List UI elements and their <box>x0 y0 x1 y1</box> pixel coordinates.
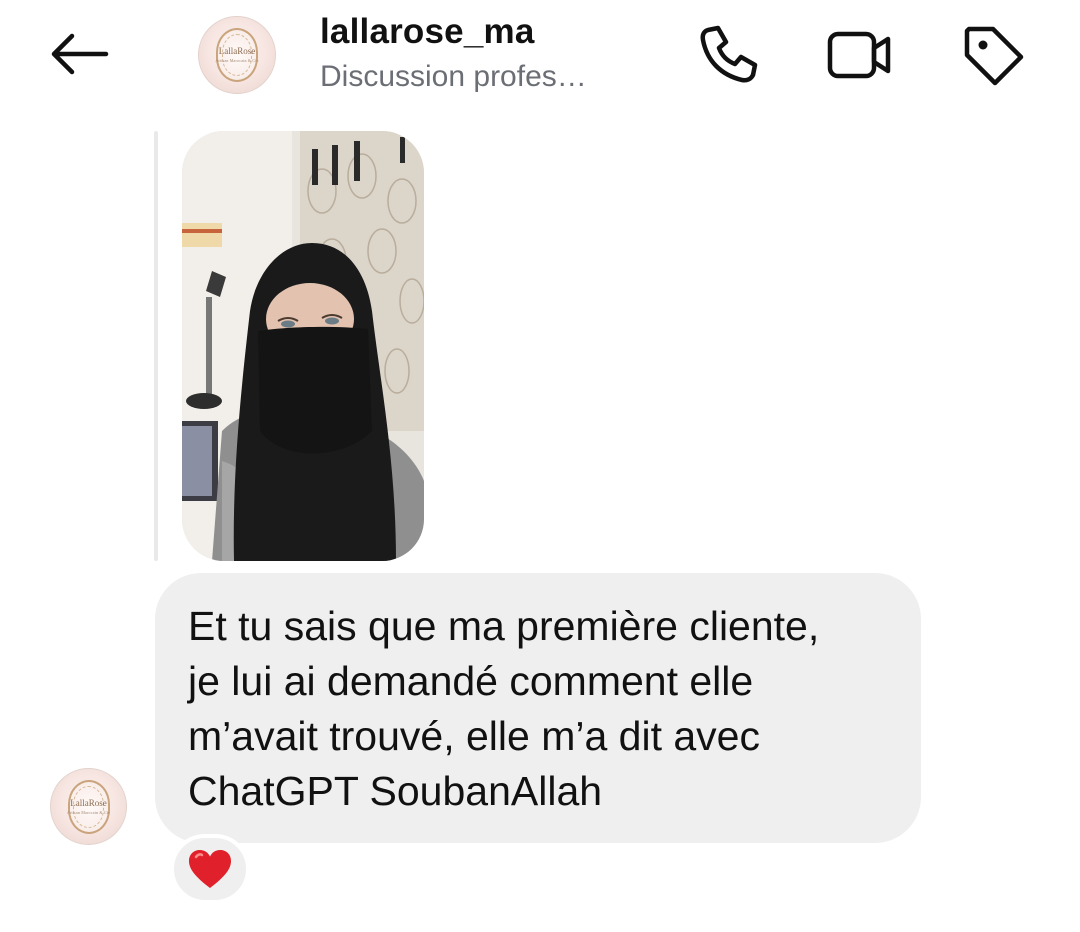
tag-icon <box>964 26 1024 86</box>
back-button[interactable] <box>38 22 118 86</box>
profile-avatar[interactable]: LallaRose Artisan Marocain & Cie <box>198 16 276 94</box>
label-button[interactable] <box>952 14 1032 94</box>
arrow-left-icon <box>51 33 109 75</box>
heart-icon <box>189 850 231 888</box>
contact-username[interactable]: lallarose_ma <box>320 12 535 52</box>
contact-subtitle[interactable]: Discussion profes… <box>320 60 587 94</box>
video-camera-icon <box>827 31 891 79</box>
avatar-brand-subtext: Artisan Marocain & Cie <box>215 58 259 64</box>
message-reaction[interactable] <box>170 834 250 904</box>
avatar-brand-text: LallaRose <box>218 45 256 56</box>
message-text: Et tu sais que ma première cliente, je l… <box>188 603 820 814</box>
shared-photo[interactable] <box>182 131 424 561</box>
video-call-button[interactable] <box>820 14 900 94</box>
avatar-logo: LallaRose Artisan Marocain & Cie <box>50 768 127 845</box>
audio-call-button[interactable] <box>688 14 768 94</box>
avatar-brand-subtext: Artisan Marocain & Cie <box>66 809 111 815</box>
avatar-logo: LallaRose Artisan Marocain & Cie <box>198 16 276 94</box>
message-bubble[interactable]: Et tu sais que ma première cliente, je l… <box>155 573 921 843</box>
sender-avatar[interactable]: LallaRose Artisan Marocain & Cie <box>50 768 127 845</box>
avatar-brand-text: LallaRose <box>70 797 107 808</box>
chat-header: LallaRose Artisan Marocain & Cie lallaro… <box>0 0 1080 115</box>
photo-image <box>182 131 424 561</box>
reply-indicator-bar <box>154 131 158 561</box>
phone-icon <box>700 25 758 83</box>
